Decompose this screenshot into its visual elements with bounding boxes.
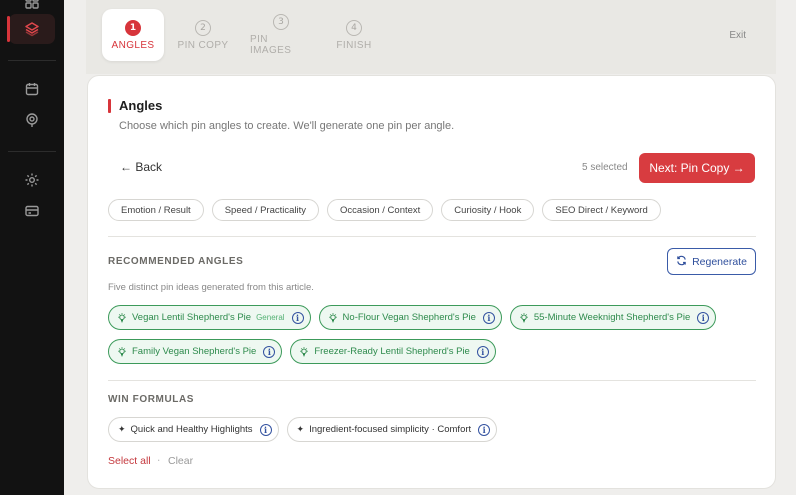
step-angles[interactable]: 1 ANGLES (102, 9, 164, 61)
regenerate-label: Regenerate (692, 255, 747, 268)
lightbulb-icon (328, 312, 338, 323)
section-divider (108, 380, 756, 381)
info-icon[interactable]: i (259, 423, 272, 436)
selected-count: 5 selected (582, 162, 628, 173)
select-all-link[interactable]: Select all (108, 455, 151, 467)
angle-chip-55-minute[interactable]: 55-Minute Weeknight Shepherd's Pie i (509, 305, 717, 330)
step-label: ANGLES (111, 39, 155, 51)
section-divider (108, 236, 756, 237)
info-icon[interactable]: i (291, 311, 304, 324)
gear-icon[interactable] (22, 170, 42, 190)
sparkle-icon: ✦ (118, 424, 126, 434)
lightbulb-icon (519, 312, 529, 323)
link-separator: · (157, 455, 161, 467)
angles-card: Angles Choose which pin angles to create… (87, 75, 776, 489)
next-pin-copy-button[interactable]: Next: Pin Copy → (639, 153, 755, 183)
sidebar-divider (8, 60, 56, 61)
layers-icon[interactable] (22, 19, 42, 39)
angle-label: Family Vegan Shepherd's Pie (132, 346, 257, 357)
pin-icon[interactable] (22, 110, 42, 130)
win-formula-label: Ingredient-focused simplicity · Comfort (309, 424, 472, 435)
sidebar (0, 0, 64, 495)
info-icon[interactable]: i (697, 311, 710, 324)
filter-chip-seo-direct[interactable]: SEO Direct / Keyword (542, 199, 661, 221)
grid-icon[interactable] (22, 0, 42, 12)
angle-row: Vegan Lentil Shepherd's Pie General i No… (108, 305, 717, 330)
refresh-icon (676, 255, 687, 269)
sidebar-divider (8, 151, 56, 152)
filter-chip-curiosity-hook[interactable]: Curiosity / Hook (441, 199, 535, 221)
info-icon[interactable]: i (263, 345, 276, 358)
angle-label: Vegan Lentil Shepherd's Pie (132, 312, 252, 323)
step-number: 2 (195, 19, 211, 36)
title-accent-bar (108, 99, 111, 113)
angle-filter-row: Emotion / Result Speed / Practicality Oc… (108, 199, 661, 221)
page-subtitle: Choose which pin angles to create. We'll… (119, 120, 455, 132)
page-title: Angles (119, 98, 163, 113)
filter-chip-occasion-context[interactable]: Occasion / Context (327, 199, 434, 221)
win-formula-chip[interactable]: ✦ Ingredient-focused simplicity · Comfor… (286, 417, 498, 442)
step-label: FINISH (336, 39, 372, 51)
card-icon[interactable] (22, 201, 42, 221)
regenerate-button[interactable]: Regenerate (667, 248, 756, 275)
step-label: PIN IMAGES (250, 34, 292, 56)
recommended-angles-subheading: Five distinct pin ideas generated from t… (108, 282, 314, 293)
step-number: 3 (273, 14, 289, 30)
angle-row: Family Vegan Shepherd's Pie i Freezer-Re… (108, 339, 496, 364)
exit-link[interactable]: Exit (729, 30, 746, 41)
step-number: 1 (125, 19, 141, 36)
wizard-stepper: 1 ANGLES 2 PIN COPY 3 PIN IMAGES 4 FINIS… (86, 0, 776, 74)
angle-chip-family[interactable]: Family Vegan Shepherd's Pie i (108, 339, 283, 364)
angle-chip-vegan-lentil[interactable]: Vegan Lentil Shepherd's Pie General i (108, 305, 311, 330)
info-icon[interactable]: i (478, 423, 491, 436)
step-label: PIN COPY (177, 39, 229, 51)
recommended-angles-heading: RECOMMENDED ANGLES (108, 256, 244, 267)
info-icon[interactable]: i (476, 345, 489, 358)
filter-chip-speed-practicality[interactable]: Speed / Practicality (211, 199, 320, 221)
step-number: 4 (346, 19, 362, 36)
filter-chip-emotion-result[interactable]: Emotion / Result (108, 199, 204, 221)
win-formulas-heading: WIN FORMULAS (108, 394, 195, 405)
sparkle-icon: ✦ (296, 424, 305, 434)
lightbulb-icon (299, 346, 309, 357)
angle-label: Freezer-Ready Lentil Shepherd's Pie (314, 346, 470, 357)
step-pin-images[interactable]: 3 PIN IMAGES (250, 9, 312, 61)
angle-label: No-Flour Vegan Shepherd's Pie (342, 312, 476, 323)
lightbulb-icon (117, 346, 127, 357)
lightbulb-icon (117, 312, 127, 323)
win-formula-label: Quick and Healthy Highlights (130, 424, 253, 435)
step-finish[interactable]: 4 FINISH (334, 9, 374, 61)
angle-chip-no-flour[interactable]: No-Flour Vegan Shepherd's Pie i (318, 305, 502, 330)
angle-chip-freezer-ready[interactable]: Freezer-Ready Lentil Shepherd's Pie i (290, 339, 496, 364)
win-formula-row: ✦ Quick and Healthy Highlights i ✦ Ingre… (108, 417, 498, 442)
clear-link[interactable]: Clear (168, 455, 193, 467)
angle-tag: General (256, 313, 285, 322)
info-icon[interactable]: i (482, 311, 495, 324)
angle-label: 55-Minute Weeknight Shepherd's Pie (533, 312, 691, 323)
back-button[interactable]: ← Back (120, 160, 162, 174)
calendar-icon[interactable] (22, 79, 42, 99)
step-pin-copy[interactable]: 2 PIN COPY (176, 9, 230, 61)
win-formula-chip[interactable]: ✦ Quick and Healthy Highlights i (108, 417, 279, 442)
